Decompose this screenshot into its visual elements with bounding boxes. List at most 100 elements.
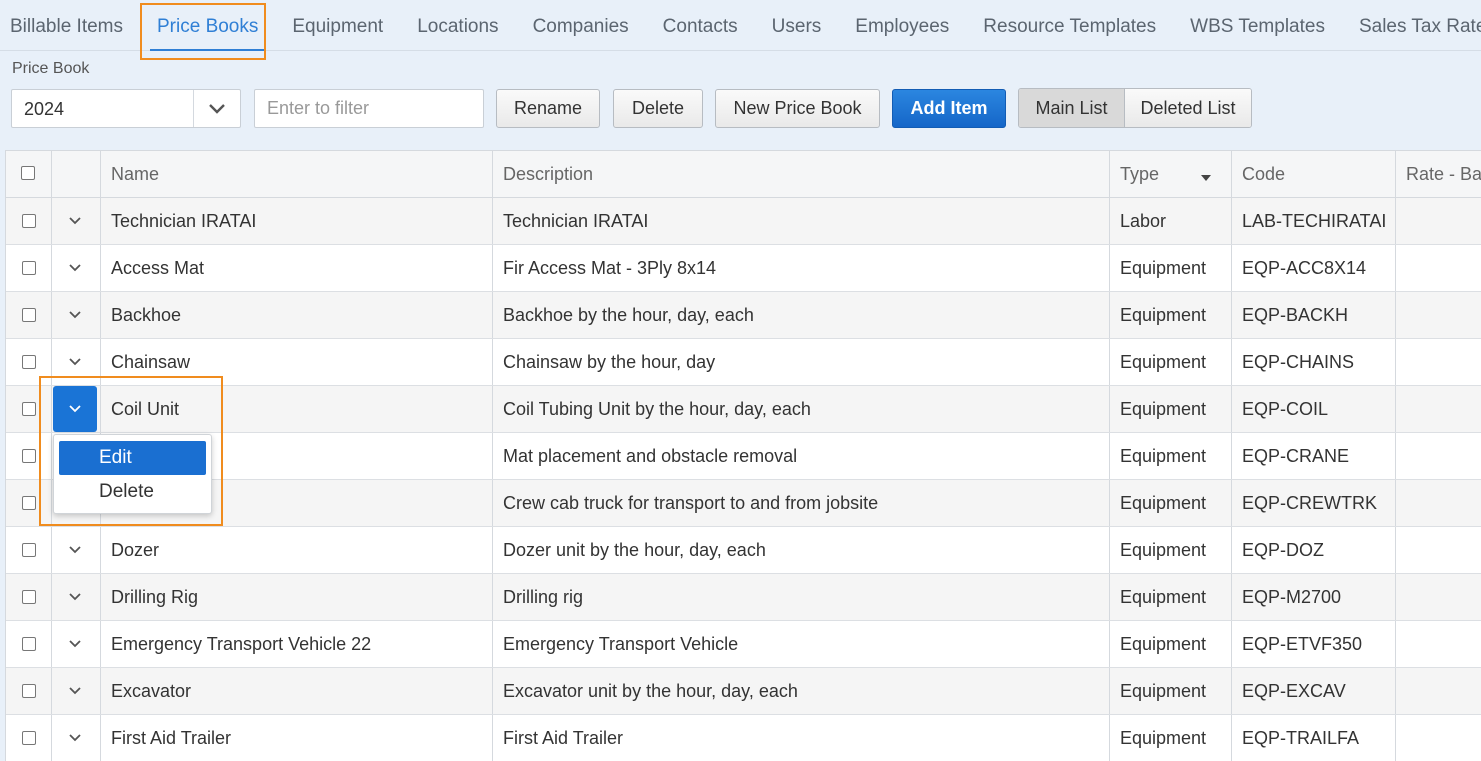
chevron-down-icon[interactable] <box>193 90 240 127</box>
header-description[interactable]: Description <box>493 151 1110 197</box>
table-row[interactable]: Backhoe Backhoe by the hour, day, each E… <box>6 292 1481 339</box>
main-list-button[interactable]: Main List <box>1019 89 1125 127</box>
row-checkbox[interactable] <box>22 637 36 651</box>
row-rate <box>1396 386 1481 432</box>
row-select-cell <box>6 668 52 714</box>
table-row[interactable]: Technician IRATAI Technician IRATAI Labo… <box>6 198 1481 245</box>
row-actions-button[interactable] <box>53 716 97 760</box>
row-code: EQP-ACC8X14 <box>1232 245 1396 291</box>
row-code: EQP-CREWTRK <box>1232 480 1396 526</box>
row-description: Mat placement and obstacle removal <box>493 433 1110 479</box>
new-price-book-button[interactable]: New Price Book <box>715 89 880 128</box>
row-select-cell <box>6 292 52 338</box>
row-name: Coil Unit <box>101 386 493 432</box>
row-rate <box>1396 668 1481 714</box>
price-book-grid: Name Description Type Code Rate - Bag Te… <box>5 150 1481 761</box>
row-checkbox[interactable] <box>22 496 36 510</box>
tab-contacts[interactable]: Contacts <box>646 0 755 51</box>
chevron-down-icon <box>69 640 81 648</box>
row-actions-button[interactable] <box>53 528 97 572</box>
row-checkbox[interactable] <box>22 308 36 322</box>
header-code[interactable]: Code <box>1232 151 1396 197</box>
row-select-cell <box>6 527 52 573</box>
row-checkbox[interactable] <box>22 355 36 369</box>
row-description: Technician IRATAI <box>493 198 1110 244</box>
row-code: EQP-M2700 <box>1232 574 1396 620</box>
row-description: Fir Access Mat - 3Ply 8x14 <box>493 245 1110 291</box>
add-item-button[interactable]: Add Item <box>892 89 1006 128</box>
header-rate[interactable]: Rate - Bag <box>1396 151 1481 197</box>
row-actions-button[interactable] <box>53 340 97 384</box>
row-actions-button[interactable] <box>53 669 97 713</box>
rename-button[interactable]: Rename <box>496 89 600 128</box>
row-select-cell <box>6 339 52 385</box>
table-row[interactable]: Mat placement and obstacle removal Equip… <box>6 433 1481 480</box>
chevron-down-icon <box>69 264 81 272</box>
row-type: Equipment <box>1110 668 1232 714</box>
row-select-cell <box>6 386 52 432</box>
row-code: EQP-CHAINS <box>1232 339 1396 385</box>
row-actions-button[interactable] <box>53 246 97 290</box>
tab-price-books[interactable]: Price Books <box>140 0 275 51</box>
table-row[interactable]: Drilling Rig Drilling rig Equipment EQP-… <box>6 574 1481 621</box>
price-book-label: Price Book <box>12 60 90 77</box>
tab-locations[interactable]: Locations <box>400 0 515 51</box>
row-actions-button[interactable] <box>53 575 97 619</box>
row-code: EQP-BACKH <box>1232 292 1396 338</box>
filter-input[interactable] <box>254 89 484 128</box>
deleted-list-button[interactable]: Deleted List <box>1125 89 1251 127</box>
sort-desc-icon <box>1201 175 1211 181</box>
row-checkbox[interactable] <box>22 214 36 228</box>
select-all-checkbox[interactable] <box>21 166 35 180</box>
row-checkbox[interactable] <box>22 543 36 557</box>
delete-button[interactable]: Delete <box>613 89 703 128</box>
row-description: Dozer unit by the hour, day, each <box>493 527 1110 573</box>
row-actions-cell <box>52 198 101 244</box>
table-row[interactable]: First Aid Trailer First Aid Trailer Equi… <box>6 715 1481 761</box>
table-row[interactable]: Access Mat Fir Access Mat - 3Ply 8x14 Eq… <box>6 245 1481 292</box>
table-row[interactable]: Chainsaw Chainsaw by the hour, day Equip… <box>6 339 1481 386</box>
row-checkbox[interactable] <box>22 731 36 745</box>
tab-employees[interactable]: Employees <box>838 0 966 51</box>
row-actions-button[interactable] <box>53 386 97 432</box>
row-actions-cell <box>52 245 101 291</box>
table-row[interactable]: Excavator Excavator unit by the hour, da… <box>6 668 1481 715</box>
row-actions-cell <box>52 292 101 338</box>
tab-wbs-templates[interactable]: WBS Templates <box>1173 0 1342 51</box>
grid-header: Name Description Type Code Rate - Bag <box>6 151 1481 198</box>
row-rate <box>1396 480 1481 526</box>
tab-billable-items[interactable]: Billable Items <box>0 0 140 51</box>
tab-resource-templates[interactable]: Resource Templates <box>966 0 1173 51</box>
row-actions-cell <box>52 574 101 620</box>
tab-companies[interactable]: Companies <box>516 0 646 51</box>
row-checkbox[interactable] <box>22 684 36 698</box>
header-name[interactable]: Name <box>101 151 493 197</box>
row-type: Equipment <box>1110 527 1232 573</box>
row-code: EQP-COIL <box>1232 386 1396 432</box>
chevron-down-icon <box>69 546 81 554</box>
row-rate <box>1396 433 1481 479</box>
row-actions-button[interactable] <box>53 199 97 243</box>
row-checkbox[interactable] <box>22 261 36 275</box>
tab-equipment[interactable]: Equipment <box>275 0 400 51</box>
menu-item-edit[interactable]: Edit <box>59 441 206 475</box>
row-checkbox[interactable] <box>22 402 36 416</box>
table-row[interactable]: Emergency Transport Vehicle 22 Emergency… <box>6 621 1481 668</box>
price-book-select[interactable]: 2024 <box>11 89 241 128</box>
row-rate <box>1396 198 1481 244</box>
row-type: Equipment <box>1110 339 1232 385</box>
tab-users[interactable]: Users <box>755 0 839 51</box>
row-actions-button[interactable] <box>53 293 97 337</box>
table-row[interactable]: Coil Unit Coil Tubing Unit by the hour, … <box>6 386 1481 433</box>
table-row[interactable]: Dozer Dozer unit by the hour, day, each … <box>6 527 1481 574</box>
table-row[interactable]: Crew cab truck for transport to and from… <box>6 480 1481 527</box>
row-checkbox[interactable] <box>22 590 36 604</box>
row-actions-button[interactable] <box>53 622 97 666</box>
tab-sales-tax-rates[interactable]: Sales Tax Rates <box>1342 0 1481 51</box>
menu-item-delete[interactable]: Delete <box>59 475 206 509</box>
row-checkbox[interactable] <box>22 449 36 463</box>
row-code: LAB-TECHIRATAI <box>1232 198 1396 244</box>
header-type[interactable]: Type <box>1110 151 1232 197</box>
row-code: EQP-TRAILFA <box>1232 715 1396 761</box>
row-actions-cell <box>52 668 101 714</box>
